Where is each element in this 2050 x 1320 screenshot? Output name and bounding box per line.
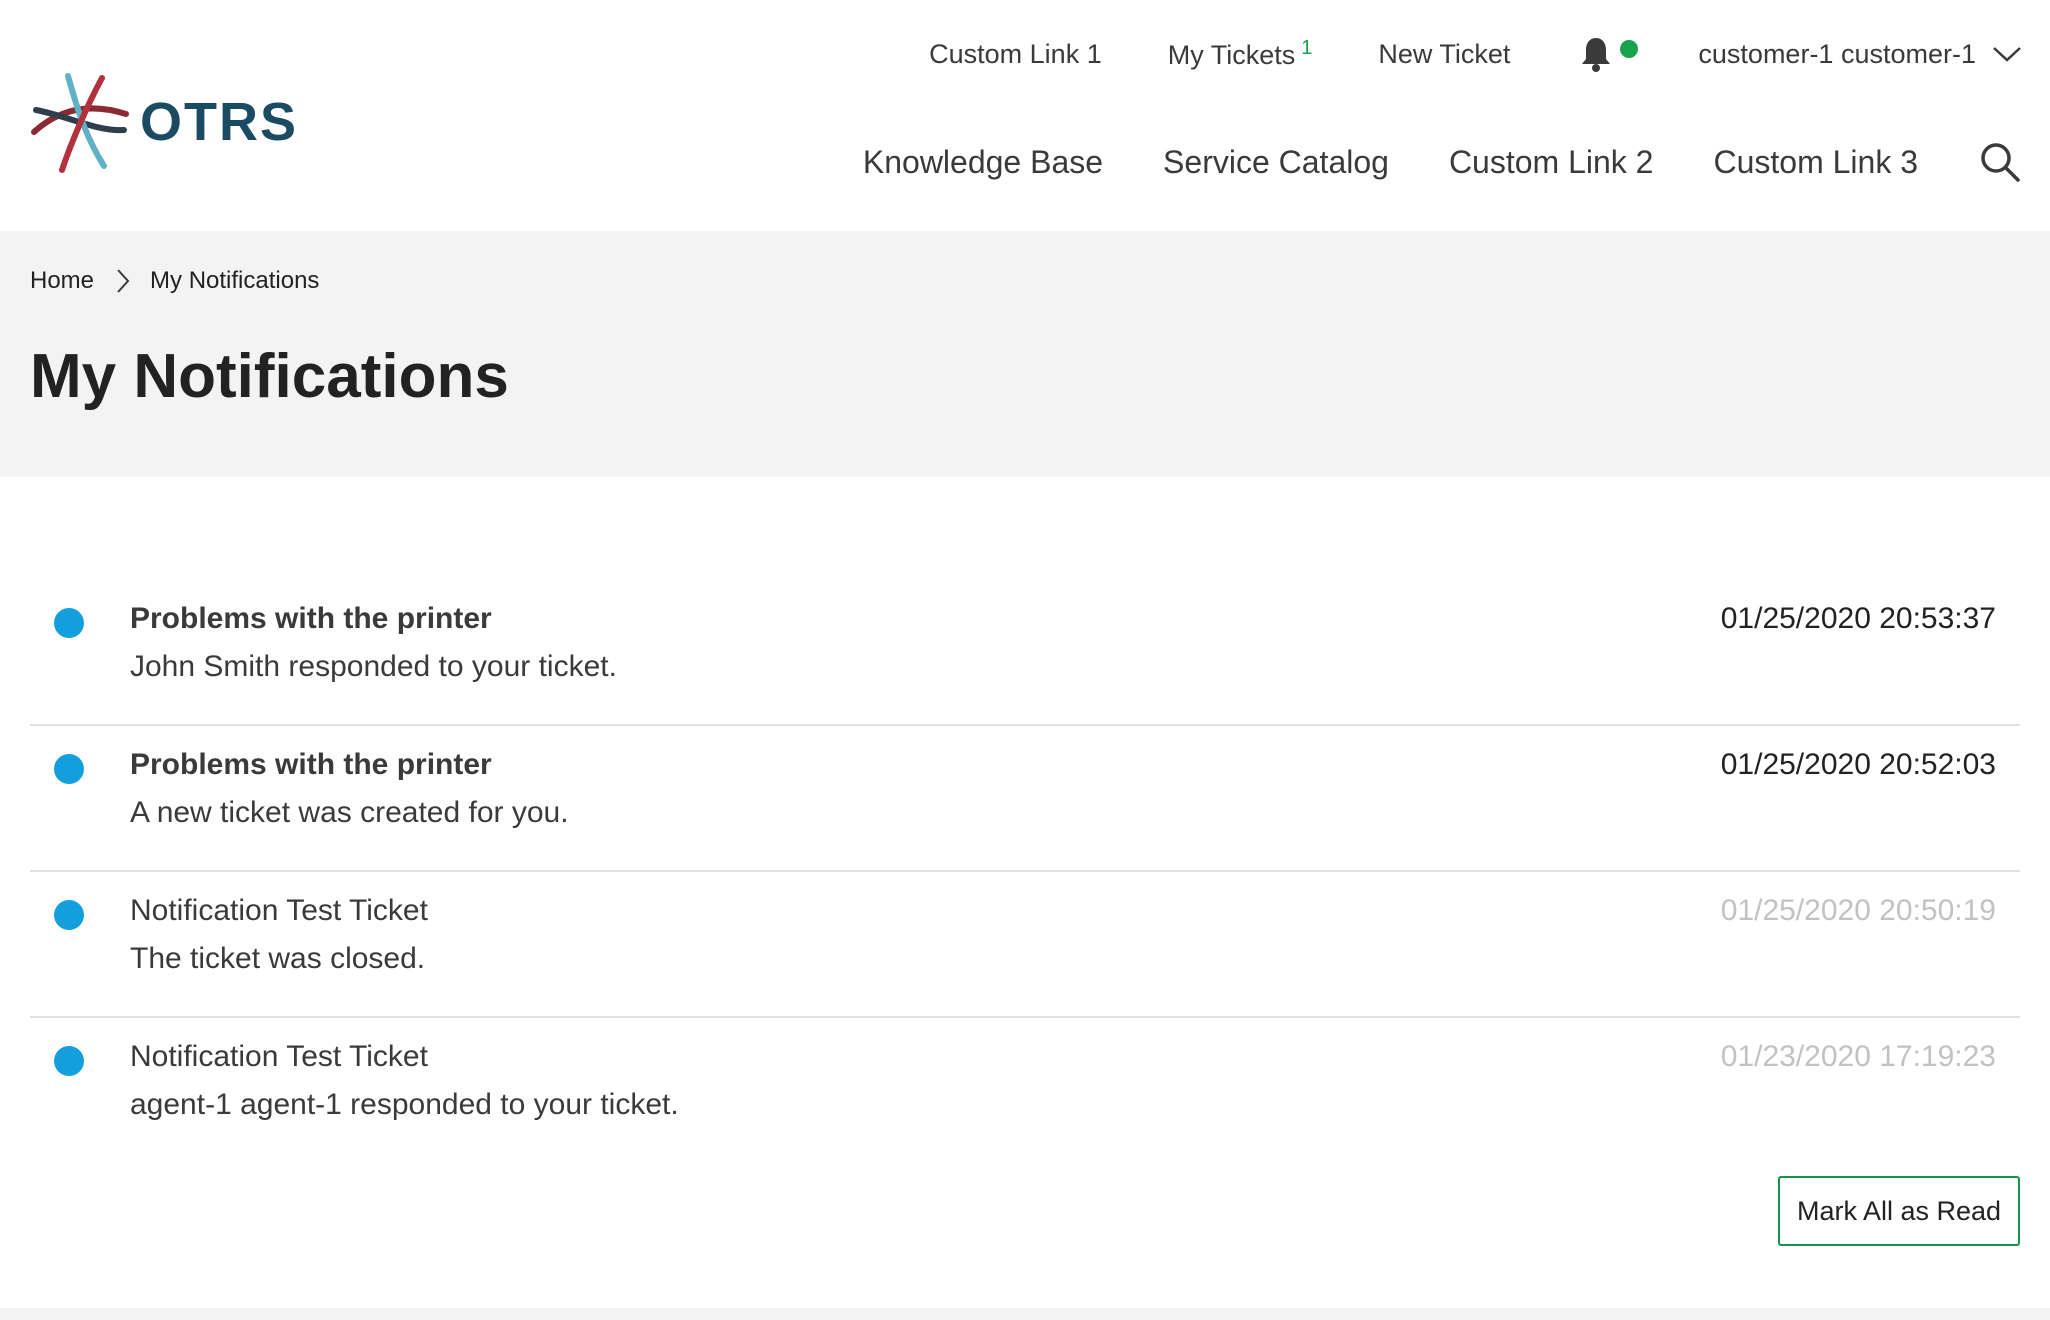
search-icon[interactable] <box>1978 140 2022 184</box>
unread-indicator <box>54 754 84 784</box>
breadcrumb-home[interactable]: Home <box>30 267 94 295</box>
nav-custom-link-3[interactable]: Custom Link 3 <box>1713 144 1918 181</box>
notification-title: Problems with the printer <box>130 602 492 635</box>
notification-title: Problems with the printer <box>130 748 492 781</box>
site-header: OTRS Custom Link 1 My Tickets 1 New Ticke… <box>0 0 2050 231</box>
nav-custom-link-2[interactable]: Custom Link 2 <box>1449 144 1654 181</box>
notification-message: The ticket was closed. <box>130 942 426 975</box>
unread-indicator <box>54 608 84 638</box>
unread-indicator <box>54 1046 84 1076</box>
notification-title: Notification Test Ticket <box>130 894 428 927</box>
footer-strip <box>0 1308 2050 1320</box>
page-title: My Notifications <box>30 342 509 411</box>
notification-item[interactable]: Notification Test Ticket The ticket was … <box>30 872 2020 1018</box>
unread-indicator <box>54 900 84 930</box>
otrs-logo[interactable]: OTRS <box>28 70 298 174</box>
notification-title: Notification Test Ticket <box>130 1040 428 1073</box>
bell-icon <box>1582 38 1611 72</box>
nav-my-tickets[interactable]: My Tickets 1 <box>1168 37 1313 71</box>
notification-list: Problems with the printer John Smith res… <box>30 580 2020 1164</box>
nav-custom-link-1[interactable]: Custom Link 1 <box>929 39 1102 70</box>
nav-service-catalog[interactable]: Service Catalog <box>1163 144 1389 181</box>
user-name: customer-1 customer-1 <box>1698 38 1976 69</box>
breadcrumb-current: My Notifications <box>150 267 320 294</box>
notification-time: 01/25/2020 20:50:19 <box>1720 894 1996 927</box>
notification-time: 01/25/2020 20:53:37 <box>1720 602 1996 635</box>
new-notification-indicator <box>1620 40 1639 58</box>
nav-new-ticket[interactable]: New Ticket <box>1378 39 1510 70</box>
user-menu[interactable]: customer-1 customer-1 <box>1698 39 2022 70</box>
notification-time: 01/23/2020 17:19:23 <box>1720 1040 1996 1073</box>
otrs-logo-icon <box>31 73 129 173</box>
my-tickets-count-badge: 1 <box>1301 37 1313 59</box>
notification-item[interactable]: Problems with the printer A new ticket w… <box>30 726 2020 872</box>
chevron-right-icon <box>117 269 130 293</box>
my-tickets-label: My Tickets <box>1167 40 1296 70</box>
notification-item[interactable]: Problems with the printer John Smith res… <box>30 580 2020 726</box>
notification-message: John Smith responded to your ticket. <box>130 650 617 683</box>
page-header-band: Home My Notifications My Notifications <box>0 231 2050 477</box>
chevron-down-icon <box>1993 47 2021 62</box>
main-navigation: Knowledge Base Service Catalog Custom Li… <box>863 140 2022 184</box>
notification-item[interactable]: Notification Test Ticket agent-1 agent-1… <box>30 1018 2020 1164</box>
breadcrumb: Home My Notifications <box>30 267 319 295</box>
notifications-bell-button[interactable] <box>1576 34 1639 74</box>
brand-name: OTRS <box>140 92 299 152</box>
notification-message: agent-1 agent-1 responded to your ticket… <box>130 1088 679 1121</box>
notification-message: A new ticket was created for you. <box>130 796 569 829</box>
notification-time: 01/25/2020 20:52:03 <box>1720 748 1996 781</box>
top-navigation: Custom Link 1 My Tickets 1 New Ticket cus… <box>929 34 2022 74</box>
mark-all-as-read-button[interactable]: Mark All as Read <box>1778 1176 2020 1246</box>
nav-knowledge-base[interactable]: Knowledge Base <box>863 144 1103 181</box>
